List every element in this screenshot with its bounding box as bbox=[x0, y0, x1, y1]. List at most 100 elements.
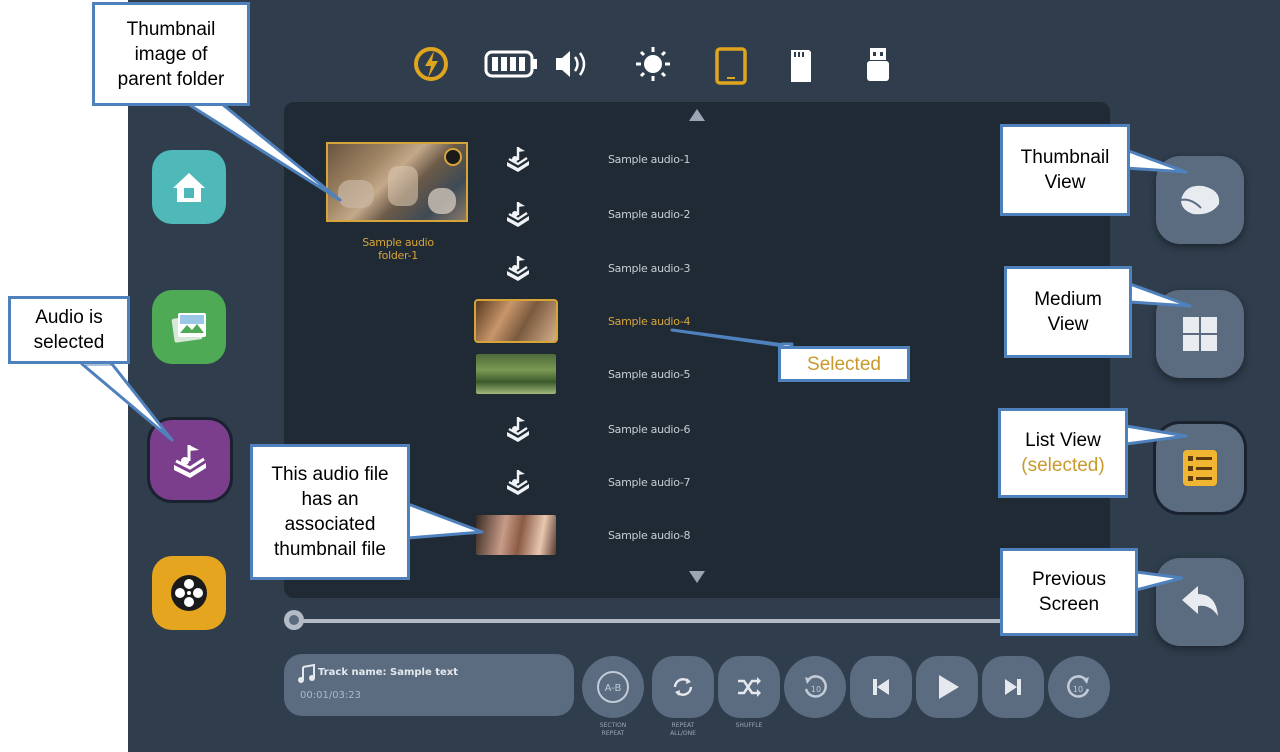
file-label: Sample audio-8 bbox=[608, 528, 691, 542]
battery-icon bbox=[484, 50, 537, 78]
track-info: Track name: Sample text 00:01/03:23 bbox=[284, 654, 574, 716]
audio-icon bbox=[498, 250, 538, 286]
ab-repeat-icon: A-B bbox=[597, 671, 629, 703]
callout-previous-screen: Previous Screen bbox=[1000, 548, 1138, 636]
audio-icon bbox=[498, 196, 538, 232]
section-repeat-label-2: REPEAT bbox=[601, 730, 625, 737]
file-label: Sample audio-6 bbox=[608, 422, 691, 436]
play-icon bbox=[939, 675, 959, 699]
shuffle-label: SHUFFLE bbox=[719, 722, 779, 730]
repeat-label-1: REPEAT bbox=[671, 722, 695, 729]
list-view-button[interactable] bbox=[1156, 424, 1244, 512]
forward-icon: 10 bbox=[1067, 675, 1090, 698]
callout-list-view: List View (selected) bbox=[998, 408, 1128, 498]
film-reel-icon bbox=[171, 575, 207, 611]
callout-parent-folder-line2: image of bbox=[134, 43, 208, 65]
scroll-up-button[interactable] bbox=[682, 104, 712, 126]
play-button[interactable] bbox=[916, 656, 978, 718]
svg-text:10: 10 bbox=[811, 685, 821, 694]
repeat-icon bbox=[673, 678, 693, 696]
parent-folder-thumbnail bbox=[326, 142, 468, 222]
home-button[interactable] bbox=[152, 150, 226, 224]
repeat-button[interactable] bbox=[652, 656, 714, 718]
progress-bar[interactable] bbox=[300, 619, 1060, 623]
file-label: Sample audio-7 bbox=[608, 475, 691, 489]
next-icon bbox=[1005, 679, 1021, 695]
callout-parent-folder-line3: parent folder bbox=[117, 68, 225, 90]
parent-folder-label-line1: Sample audio bbox=[362, 236, 434, 249]
callout-associated-thumbnail: This audio file has an associated thumbn… bbox=[250, 444, 410, 580]
audio-icon bbox=[498, 411, 538, 447]
status-bar bbox=[410, 38, 910, 90]
shuffle-button[interactable] bbox=[718, 656, 780, 718]
callout-audio-selected-line1: Audio is bbox=[35, 307, 103, 328]
repeat-label-2: ALL/ONE bbox=[670, 730, 696, 737]
video-button[interactable] bbox=[152, 556, 226, 630]
svg-text:10: 10 bbox=[1073, 685, 1083, 694]
callout-audio-selected-line2: selected bbox=[33, 332, 105, 353]
callout-thumbnail-view-line1: Thumbnail bbox=[1020, 147, 1110, 168]
callout-list-view-line2: (selected) bbox=[1021, 455, 1105, 476]
callout-previous-line1: Previous bbox=[1032, 569, 1106, 590]
callout-thumbnail-view-line2: View bbox=[1044, 172, 1086, 193]
forward-button[interactable]: 10 bbox=[1048, 656, 1110, 718]
rewind-icon: 10 bbox=[804, 675, 827, 698]
callout-parent-folder: Thumbnail image of parent folder bbox=[92, 2, 250, 106]
usb-icon bbox=[867, 48, 889, 81]
section-repeat-button[interactable]: A-B bbox=[582, 656, 644, 718]
callout-selected: Selected bbox=[778, 346, 910, 382]
previous-icon bbox=[873, 679, 889, 695]
back-icon bbox=[1182, 586, 1218, 616]
tablet-icon bbox=[715, 47, 747, 85]
callout-previous-line2: Screen bbox=[1038, 594, 1100, 615]
file-thumbnail bbox=[476, 515, 556, 555]
file-label: Sample audio-2 bbox=[608, 207, 691, 221]
file-label: Sample audio-5 bbox=[608, 367, 691, 381]
thumbnail-view-button[interactable] bbox=[1156, 156, 1244, 244]
music-note-icon bbox=[298, 664, 315, 683]
callout-audio-selected: Audio is selected bbox=[8, 296, 130, 364]
scroll-down-button[interactable] bbox=[682, 566, 712, 588]
list-view-icon bbox=[1183, 450, 1217, 486]
callout-associated-line1: This audio file bbox=[271, 464, 389, 485]
progress-knob[interactable] bbox=[284, 610, 304, 630]
audio-icon bbox=[498, 464, 538, 500]
sd-card-icon bbox=[791, 50, 811, 82]
callout-medium-view-line2: View bbox=[1047, 314, 1089, 335]
callout-parent-folder-line1: Thumbnail bbox=[126, 18, 216, 40]
parent-folder-label-line2: folder-1 bbox=[378, 249, 418, 262]
medium-view-button[interactable] bbox=[1156, 290, 1244, 378]
next-button[interactable] bbox=[982, 656, 1044, 718]
file-label: Sample audio-3 bbox=[608, 261, 691, 275]
file-thumbnail bbox=[476, 354, 556, 394]
callout-list-view-line1: List View bbox=[1025, 430, 1101, 451]
previous-button[interactable] bbox=[850, 656, 912, 718]
section-repeat-label-1: SECTION bbox=[599, 722, 627, 729]
callout-selected-text: Selected bbox=[807, 353, 881, 375]
thumbnail-view-icon bbox=[1180, 185, 1220, 215]
photo-icon bbox=[171, 313, 206, 343]
callout-medium-view-line1: Medium bbox=[1034, 289, 1102, 310]
repeat-label: REPEAT ALL/ONE bbox=[653, 722, 713, 738]
parent-folder-label: Sample audio folder-1 bbox=[330, 236, 466, 262]
triangle-up-icon bbox=[689, 109, 705, 121]
track-name: Track name: Sample text bbox=[318, 667, 459, 678]
audio-icon bbox=[174, 445, 206, 478]
file-label: Sample audio-1 bbox=[608, 152, 691, 166]
volume-icon bbox=[556, 51, 586, 77]
parent-folder[interactable] bbox=[326, 142, 470, 226]
section-repeat-label: SECTION REPEAT bbox=[583, 722, 643, 738]
home-icon bbox=[173, 173, 205, 202]
track-time: 00:01/03:23 bbox=[300, 690, 362, 701]
callout-associated-line4: thumbnail file bbox=[274, 539, 386, 560]
file-label: Sample audio-4 bbox=[608, 314, 691, 328]
audio-button[interactable] bbox=[150, 420, 230, 500]
back-button[interactable] bbox=[1156, 558, 1244, 646]
callout-thumbnail-view: Thumbnail View bbox=[1000, 124, 1130, 216]
brightness-icon bbox=[636, 47, 670, 81]
photo-button[interactable] bbox=[152, 290, 226, 364]
triangle-down-icon bbox=[689, 571, 705, 583]
rewind-button[interactable]: 10 bbox=[784, 656, 846, 718]
callout-medium-view: Medium View bbox=[1004, 266, 1132, 358]
svg-text:A-B: A-B bbox=[605, 683, 622, 694]
